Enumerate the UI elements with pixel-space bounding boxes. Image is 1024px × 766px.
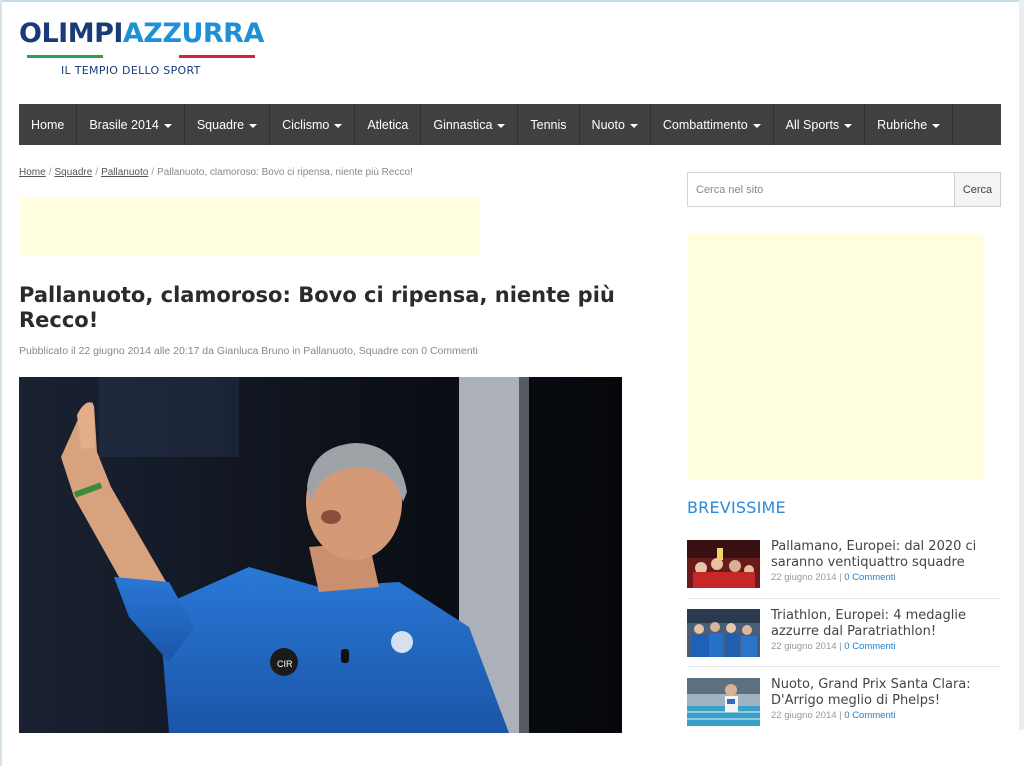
news-title[interactable]: Nuoto, Grand Prix Santa Clara: D'Arrigo … [771, 677, 1001, 709]
caret-down-icon [163, 123, 172, 128]
logo-wordmark: OLIMPIAZZURRA [19, 18, 269, 50]
news-divider [687, 666, 1001, 667]
window-left-border [0, 0, 2, 766]
nav-item-rubriche[interactable]: Rubriche [865, 104, 954, 145]
svg-text:CIR: CIR [277, 659, 293, 669]
coach-photo-illustration: CIR [19, 377, 622, 733]
breadcrumb-separator: / [48, 167, 52, 178]
nav-label: Ciclismo [282, 117, 330, 132]
nav-item-tennis[interactable]: Tennis [518, 104, 580, 145]
nav-label: Tennis [530, 117, 567, 132]
nav-label: Rubriche [877, 117, 928, 132]
logo-part-olimpi: OLIMPI [19, 18, 123, 49]
caret-down-icon [334, 123, 343, 128]
caret-down-icon [932, 123, 941, 128]
nav-label: Nuoto [591, 117, 625, 132]
news-title[interactable]: Triathlon, Europei: 4 medaglie azzurre d… [771, 608, 1001, 640]
article-meta: Pubblicato il 22 giugno 2014 alle 20:17 … [19, 345, 478, 357]
brevissime-heading: BREVISSIME [687, 498, 786, 517]
news-text: Triathlon, Europei: 4 medaglie azzurre d… [771, 608, 1001, 672]
nav-item-nuoto[interactable]: Nuoto [580, 104, 651, 145]
news-thumbnail[interactable] [687, 540, 760, 588]
nav-label: Ginnastica [433, 117, 493, 132]
caret-down-icon [497, 123, 506, 128]
breadcrumb-separator: / [151, 167, 155, 178]
breadcrumb-pallanuoto-link[interactable]: Pallanuoto [101, 167, 148, 178]
nav-item-atletica[interactable]: Atletica [355, 104, 422, 145]
ad-banner-sidebar[interactable] [687, 234, 984, 480]
news-thumbnail[interactable] [687, 609, 760, 657]
news-comments-link[interactable]: 0 Commenti [844, 641, 895, 652]
nav-label: Brasile 2014 [89, 117, 159, 132]
logo-flag-stripe [27, 55, 255, 58]
main-navigation: Home Brasile 2014 Squadre Ciclismo Atlet… [19, 104, 1001, 145]
logo-tagline: IL TEMPIO DELLO SPORT [61, 64, 201, 77]
ad-banner-top[interactable] [19, 198, 479, 256]
site-logo[interactable]: OLIMPIAZZURRA IL TEMPIO DELLO SPORT [19, 18, 269, 88]
news-date: 22 giugno 2014 [771, 572, 837, 583]
caret-down-icon [249, 123, 258, 128]
nav-label: Combattimento [662, 117, 748, 132]
nav-item-squadre[interactable]: Squadre [185, 104, 271, 145]
news-meta: 22 giugno 2014 | 0 Commenti [771, 710, 1001, 721]
nav-item-ciclismo[interactable]: Ciclismo [270, 104, 356, 145]
caret-down-icon [629, 123, 638, 128]
nav-label: Atletica [367, 117, 409, 132]
news-text: Nuoto, Grand Prix Santa Clara: D'Arrigo … [771, 677, 1001, 741]
news-title[interactable]: Pallamano, Europei: dal 2020 ci saranno … [771, 539, 1001, 571]
news-text: Pallamano, Europei: dal 2020 ci saranno … [771, 539, 1001, 603]
search-input[interactable] [687, 172, 954, 207]
news-date: 22 giugno 2014 [771, 710, 837, 721]
article-title: Pallanuoto, clamoroso: Bovo ci ripensa, … [19, 283, 615, 332]
news-item[interactable]: Nuoto, Grand Prix Santa Clara: D'Arrigo … [687, 677, 1001, 741]
breadcrumb-home-link[interactable]: Home [19, 167, 46, 178]
news-item[interactable]: Triathlon, Europei: 4 medaglie azzurre d… [687, 608, 1001, 672]
news-date: 22 giugno 2014 [771, 641, 837, 652]
article-featured-image[interactable]: CIR [19, 377, 622, 733]
caret-down-icon [752, 123, 761, 128]
nav-label: Squadre [196, 117, 245, 132]
breadcrumb: Home / Squadre / Pallanuoto / Pallanuoto, clam… [19, 167, 413, 178]
nav-item-ginnastica[interactable]: Ginnastica [421, 104, 519, 145]
search-form: Cerca [687, 172, 1001, 207]
nav-label: All Sports [785, 117, 840, 132]
news-meta: 22 giugno 2014 | 0 Commenti [771, 641, 1001, 652]
news-meta: 22 giugno 2014 | 0 Commenti [771, 572, 1001, 583]
news-meta-separator: | [839, 641, 842, 652]
scrollbar[interactable] [1019, 0, 1024, 730]
breadcrumb-separator: / [95, 167, 99, 178]
news-comments-link[interactable]: 0 Commenti [844, 572, 895, 583]
news-meta-separator: | [839, 710, 842, 721]
window-top-border [0, 0, 1024, 2]
news-item[interactable]: Pallamano, Europei: dal 2020 ci saranno … [687, 539, 1001, 603]
caret-down-icon [844, 123, 853, 128]
nav-item-combattimento[interactable]: Combattimento [651, 104, 774, 145]
breadcrumb-current: Pallanuoto, clamoroso: Bovo ci ripensa, … [157, 167, 413, 178]
nav-item-home[interactable]: Home [19, 104, 78, 145]
nav-item-brasile-2014[interactable]: Brasile 2014 [77, 104, 185, 145]
breadcrumb-squadre-link[interactable]: Squadre [54, 167, 92, 178]
news-comments-link[interactable]: 0 Commenti [844, 710, 895, 721]
news-meta-separator: | [839, 572, 842, 583]
nav-item-all-sports[interactable]: All Sports [774, 104, 866, 145]
nav-label: Home [31, 117, 65, 132]
logo-part-azzurra: AZZURRA [122, 18, 264, 49]
news-thumbnail[interactable] [687, 678, 760, 726]
news-divider [687, 598, 1001, 599]
search-button[interactable]: Cerca [954, 172, 1001, 207]
